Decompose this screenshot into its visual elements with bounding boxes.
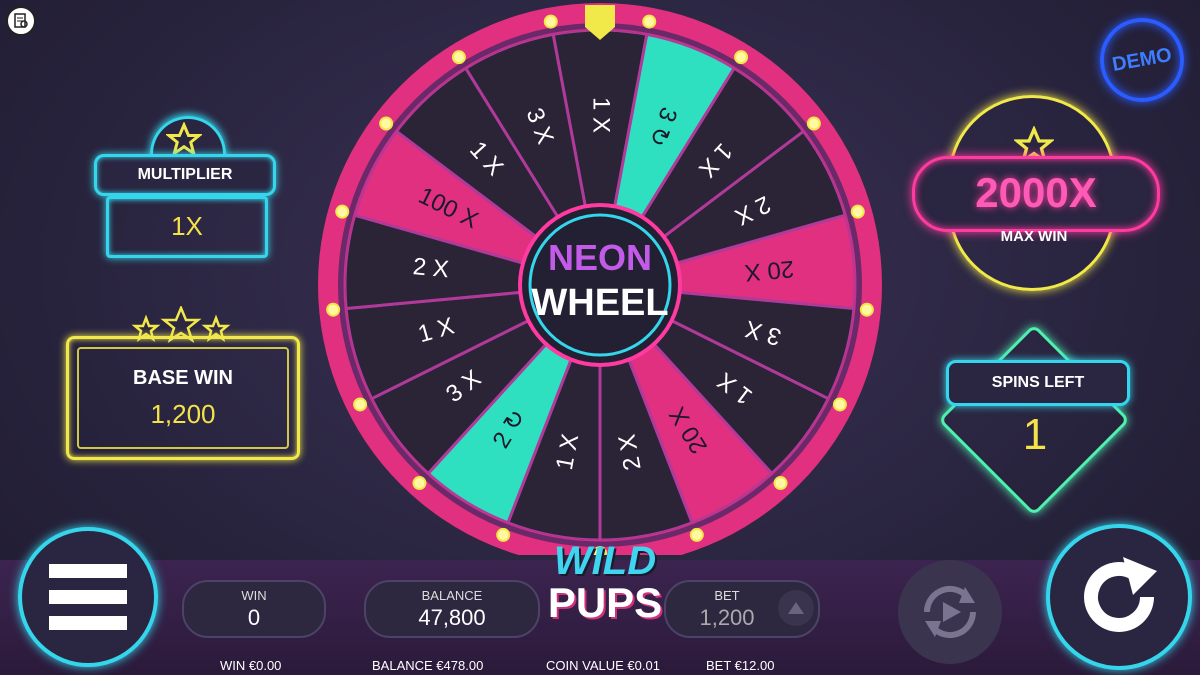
win-value: 0 [247, 605, 261, 630]
wheel-bulb [335, 204, 350, 219]
balance-label: BALANCE [421, 588, 483, 603]
bet-up-button[interactable] [778, 590, 814, 626]
base-win-value: 1,200 [150, 399, 216, 429]
wheel-bulb [773, 476, 788, 491]
autoplay-icon [923, 585, 977, 639]
footer-coin-value: COIN VALUE €0.01 [546, 658, 660, 673]
wheel-bulb [412, 476, 427, 491]
balance-value: 47,800 [418, 605, 486, 630]
balance-display: BALANCE 47,800 [364, 580, 540, 638]
wheel-bulb [326, 302, 341, 317]
max-win-label: MAX WIN [1000, 228, 1068, 245]
multiplier-label: MULTIPLIER [94, 154, 276, 196]
menu-icon [49, 564, 127, 630]
bet-display: BET 1,200 [664, 580, 820, 638]
info-icon [14, 13, 28, 28]
wheel-bulb [689, 527, 704, 542]
footer-balance: BALANCE €478.00 [372, 658, 484, 673]
multiplier-value: 1X [171, 211, 203, 241]
wheel-bulb [850, 204, 865, 219]
win-label: WIN [241, 588, 267, 603]
logo-line1: WILD [553, 539, 657, 583]
wheel-segment-label: 1 X [588, 97, 615, 133]
footer-bet: BET €12.00 [706, 658, 775, 673]
max-win-panel: 2000X [912, 156, 1160, 232]
star-icon [166, 122, 202, 158]
bet-up-icon [788, 602, 804, 614]
max-win-value: 2000X [975, 169, 1097, 216]
bet-label: BET [714, 588, 740, 603]
wheel-bulb [379, 116, 394, 131]
win-display: WIN 0 [182, 580, 326, 638]
neon-wheel: 1 X3 ↻1 X2 X20 X3 X1 X20 X2 X1 X2 ↻3 X1 … [318, 3, 882, 555]
wheel-bulb [353, 397, 368, 412]
wheel-bulb [859, 302, 874, 317]
multiplier-panel: 1X [106, 196, 268, 258]
wheel-segment-label: 20 X [744, 255, 796, 286]
bet-value: 1,200 [699, 605, 755, 630]
spin-button[interactable] [1046, 524, 1192, 670]
spins-left-label: SPINS LEFT [946, 360, 1130, 406]
wheel-bulb [543, 14, 558, 29]
logo-line2: PUPS [547, 579, 663, 626]
spin-icon [1084, 557, 1157, 632]
wheel-bulb [734, 50, 749, 65]
wheel-segment-label: 2 X [412, 253, 450, 283]
spins-left-value: 1 [1022, 410, 1048, 459]
wheel-title-line1: NEON [548, 237, 652, 278]
wheel-bulb [806, 116, 821, 131]
wheel-bulb [832, 397, 847, 412]
wheel-bulb [451, 50, 466, 65]
wheel-bulb [642, 14, 657, 29]
footer-win: WIN €0.00 [220, 658, 282, 673]
base-win-panel: BASE WIN 1,200 [66, 336, 300, 460]
menu-button[interactable] [18, 527, 158, 667]
base-win-label: BASE WIN [133, 367, 233, 389]
wheel-title-line2: WHEEL [531, 282, 668, 324]
game-logo: WILD PUPS [546, 540, 664, 624]
autoplay-button[interactable] [898, 560, 1002, 664]
info-button[interactable] [6, 6, 36, 36]
wheel-bulb [496, 527, 511, 542]
